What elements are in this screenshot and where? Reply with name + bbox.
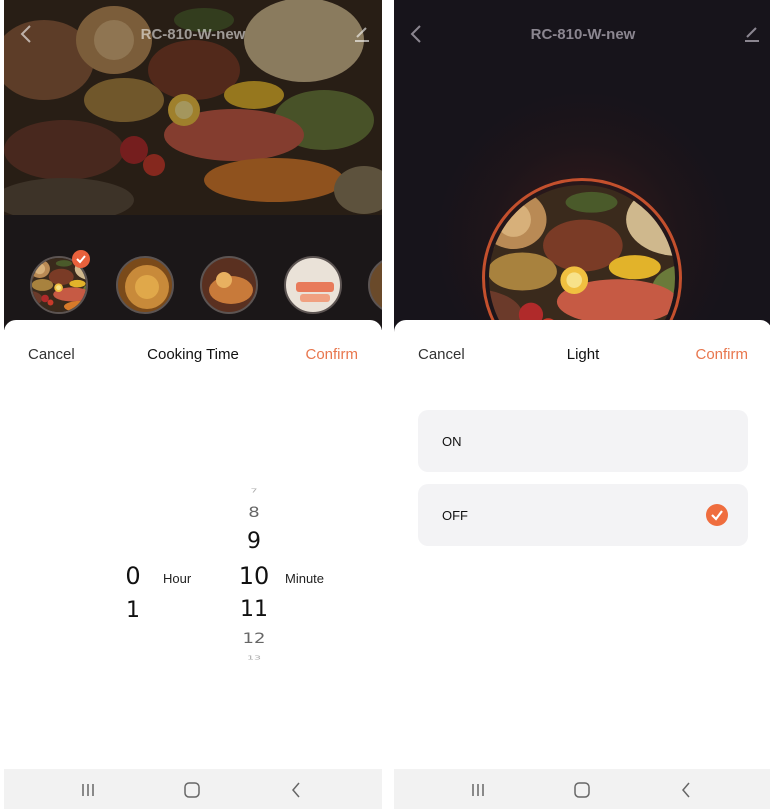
device-title: RC-810-W-new [530,26,636,43]
device-header-area: RC-810-W-new [4,0,382,330]
hour-option[interactable]: 1 [114,598,152,623]
mode-thumbnail-2[interactable] [116,256,174,314]
minute-option[interactable]: 9 [228,529,280,554]
device-title: RC-810-W-new [140,26,246,43]
mode-thumbnail-3[interactable] [200,256,258,314]
light-option-on[interactable]: ON [418,410,748,472]
minute-option-selected[interactable]: 10 [228,562,280,590]
edit-pencil-icon[interactable] [742,24,762,44]
light-sheet: Cancel Light Confirm ON OFF [394,320,770,769]
sheet-header: Cancel Light Confirm [394,346,770,366]
minute-option[interactable]: 11 [228,597,280,622]
home-icon[interactable] [172,777,212,803]
cooking-time-screen: RC-810-W-new Cancel Cooking Time Confirm [4,0,382,809]
system-nav-bar [4,769,382,809]
home-icon[interactable] [562,777,602,803]
minute-option[interactable]: 7 [228,487,280,494]
option-label: ON [442,434,462,449]
minute-option[interactable]: 12 [228,630,280,647]
recents-icon[interactable] [458,777,498,803]
mode-thumbnail-4[interactable] [284,256,342,314]
time-picker: 0 1 Hour 7 8 9 10 11 12 13 Minute [4,320,382,769]
hour-unit-label: Hour [163,571,192,586]
system-nav-bar [394,769,770,809]
recents-icon[interactable] [68,777,108,803]
minute-option[interactable]: 13 [228,654,280,661]
minute-option[interactable]: 8 [228,504,280,521]
edit-pencil-icon[interactable] [352,24,372,44]
confirm-button[interactable]: Confirm [695,346,748,363]
option-label: OFF [442,508,468,523]
back-icon[interactable] [666,777,706,803]
device-header-area: RC-810-W-new [394,0,770,330]
cooking-time-sheet: Cancel Cooking Time Confirm 0 1 Hour 7 8… [4,320,382,769]
check-icon [72,250,90,268]
light-setting-screen: RC-810-W-new Cancel Light Confirm ON OFF [394,0,770,809]
hour-option-selected[interactable]: 0 [114,562,152,590]
cancel-button[interactable]: Cancel [418,346,465,363]
back-icon[interactable] [276,777,316,803]
check-icon [706,504,728,526]
light-option-off[interactable]: OFF [418,484,748,546]
minute-unit-label: Minute [285,571,325,586]
